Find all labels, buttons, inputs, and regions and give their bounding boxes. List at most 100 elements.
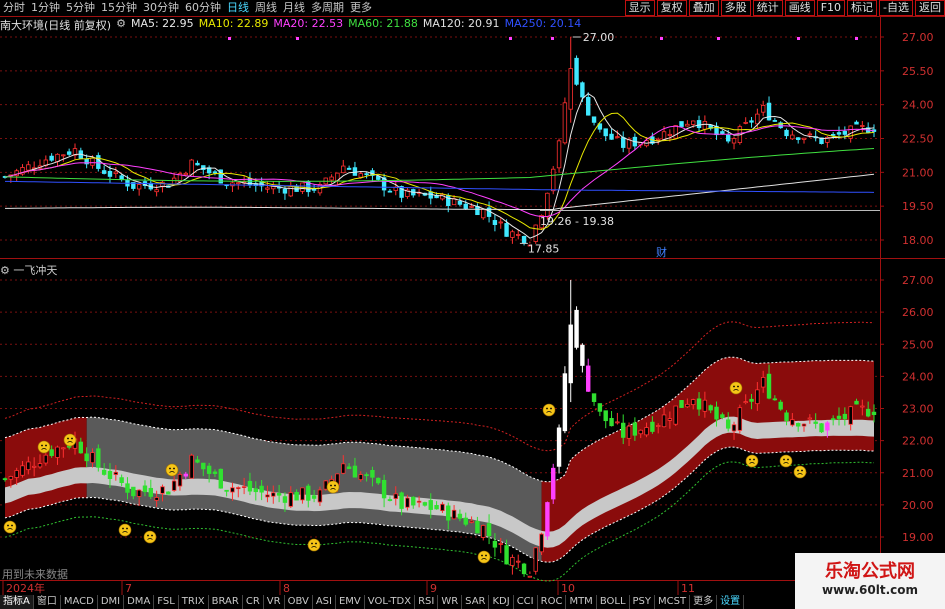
sub-candle-body <box>475 520 480 534</box>
sub-candle-body <box>481 525 486 538</box>
face-eye <box>147 534 149 537</box>
indicator-tab[interactable]: SAR <box>462 595 490 609</box>
sub-candle-body <box>2 478 8 481</box>
candle-body <box>656 138 661 141</box>
indicator-tab[interactable]: MACD <box>61 595 98 609</box>
sub-candle-body <box>446 505 451 521</box>
candle-body <box>580 82 585 98</box>
sub-candle-body <box>586 365 591 392</box>
sub-candle-body <box>160 486 165 494</box>
sub-candle-body <box>206 465 212 474</box>
candle-body <box>521 236 527 244</box>
candle-body <box>61 154 66 157</box>
face-eye <box>169 467 171 470</box>
sub-candle-body <box>533 547 538 572</box>
indicator-tab[interactable]: MCST <box>655 595 691 609</box>
marker-dot <box>228 37 231 40</box>
sub-candle-body <box>451 509 457 520</box>
indicator-tab[interactable]: 更多 <box>690 595 718 609</box>
sub-candle-body <box>498 543 503 545</box>
candle-body <box>562 102 568 144</box>
face-icon <box>729 381 743 395</box>
face-eye <box>485 554 487 557</box>
indicator-tab[interactable]: CCI <box>514 595 538 609</box>
candle-body <box>96 155 101 169</box>
face-eye <box>7 524 9 527</box>
sub-candle-body <box>61 447 66 450</box>
sub-candle-body <box>825 422 830 431</box>
sub-candle-body <box>288 492 293 507</box>
face-icon <box>793 465 807 479</box>
indicator-tab[interactable]: VR <box>264 595 285 609</box>
candle-body <box>341 165 346 174</box>
future-data-note: 用到未来数据 <box>2 568 68 581</box>
indicator-tab[interactable]: MTM <box>566 595 597 609</box>
sub-candle-body <box>656 425 661 427</box>
sub-candle-body <box>848 406 853 425</box>
candle-body <box>119 175 124 180</box>
indicator-tab[interactable]: BOLL <box>597 595 630 609</box>
sub-candle-body <box>632 422 638 436</box>
sub-candle-body <box>236 487 241 490</box>
indicator-tab[interactable]: 窗口 <box>34 595 61 609</box>
indicator-tab[interactable]: OBV <box>285 595 313 609</box>
indicator-tab[interactable]: 设置 <box>717 595 745 609</box>
candle-body <box>329 176 334 181</box>
candle-body <box>795 137 801 140</box>
indicator-tab[interactable]: RSI <box>415 595 439 609</box>
indicator-tab[interactable]: BRAR <box>209 595 243 609</box>
candle-body <box>807 133 813 136</box>
sub-candle-body <box>55 446 60 458</box>
settings-icon[interactable]: ⚙ <box>0 264 10 277</box>
sub-candle-body <box>428 500 433 510</box>
sub-tick-label: 20.00 <box>902 499 934 512</box>
face-eye <box>550 407 552 410</box>
candle-body <box>696 120 702 129</box>
indicator-tab[interactable]: PSY <box>630 595 656 609</box>
indicator-tab[interactable]: WR <box>438 595 463 609</box>
indicator-title[interactable]: 一飞冲天 <box>13 264 57 277</box>
face-eye <box>783 458 785 461</box>
indicator-tab[interactable]: ROC <box>538 595 567 609</box>
indicator-tab[interactable]: EMV <box>336 595 365 609</box>
candle-body <box>364 173 369 176</box>
candle-body <box>830 133 836 136</box>
indicator-tab[interactable]: CR <box>243 595 264 609</box>
sub-candle-body <box>813 421 818 424</box>
sub-candle-body <box>551 467 556 500</box>
indicator-tab[interactable]: DMI <box>98 595 125 609</box>
candle-body <box>784 129 789 137</box>
sub-candle-body <box>195 459 200 463</box>
sub-candle-body <box>801 423 807 427</box>
price-tick-label: 18.00 <box>902 234 934 247</box>
kline-chart[interactable]: 27.00 25.50 24.00 22.50 21.00 19.50 18.00 27.00… <box>0 0 945 609</box>
sub-candle-body <box>154 497 159 501</box>
indicator-tab[interactable]: DMA <box>124 595 155 609</box>
sub-candle-body <box>626 425 632 439</box>
sub-candle-body <box>609 417 614 427</box>
candle-body <box>358 173 363 178</box>
sub-candle-body <box>37 463 43 468</box>
sub-candle-body <box>457 513 463 519</box>
sub-candle-body <box>131 486 136 497</box>
indicator-tab[interactable]: KDJ <box>489 595 514 609</box>
sub-candle-body <box>271 492 276 497</box>
indicator-tab[interactable]: VOL-TDX <box>365 595 416 609</box>
sub-candle-body <box>171 480 177 491</box>
sub-candle-body <box>580 344 585 366</box>
sub-candle-body <box>854 400 859 405</box>
face-eye <box>126 527 128 530</box>
sub-candle-body <box>393 493 398 499</box>
face-eye <box>801 469 803 472</box>
indicator-tab[interactable]: FSL <box>154 595 179 609</box>
face-icon <box>165 463 179 477</box>
sub-candle-body <box>183 473 188 477</box>
face-icon <box>37 440 51 454</box>
candle-body <box>725 134 731 142</box>
sub-candle-body <box>265 494 270 498</box>
indicator-tab[interactable]: 指标A <box>0 595 34 609</box>
indicator-tab[interactable]: TRIX <box>179 595 209 609</box>
indicator-tab[interactable]: ASI <box>313 595 336 609</box>
face-icon <box>542 403 556 417</box>
bull-zone <box>541 357 874 563</box>
